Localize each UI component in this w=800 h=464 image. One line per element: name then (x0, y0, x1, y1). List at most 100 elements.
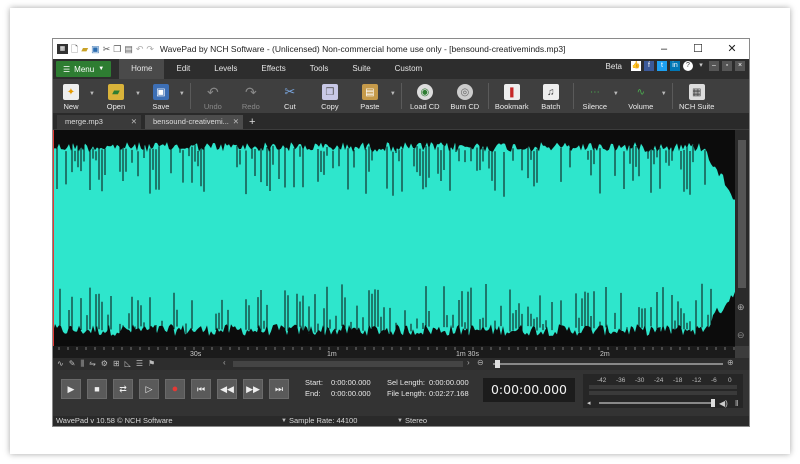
volume-button[interactable]: ∿ Volume (621, 79, 661, 113)
menu-button[interactable]: ☰ Menu ▼ (56, 61, 112, 77)
waveform-tool-icon[interactable]: ∿ (57, 359, 64, 369)
pencil-tool-icon[interactable]: ✎ (69, 359, 76, 369)
open-dropdown-icon[interactable]: ▼ (135, 91, 141, 97)
record-button[interactable]: ● (165, 379, 185, 399)
save-dropdown-icon[interactable]: ▼ (179, 91, 185, 97)
speaker-icon[interactable]: ◀) (719, 399, 728, 408)
fast-forward-button[interactable]: ▶▶ (243, 379, 263, 399)
undo-icon[interactable]: ↶ (136, 44, 144, 54)
volume-slider-thumb[interactable] (711, 399, 715, 407)
nch-suite-button[interactable]: ▦ NCH Suite (676, 79, 718, 113)
channels-dropdown-icon[interactable]: ▼ (397, 416, 403, 426)
burn-cd-label: Burn CD (450, 102, 480, 111)
time-ruler[interactable]: 30s 1m 1m 30s 2m (53, 346, 735, 358)
sample-rate-text[interactable]: Sample Rate: 44100 (289, 416, 357, 426)
scroll-right-arrow-icon[interactable]: › (467, 358, 470, 367)
quick-access-toolbar: ▦ 🗋 ▰ ▣ ✂ ❐ ▤ ↶ ↷ (53, 44, 154, 54)
tab-edit[interactable]: Edit (164, 59, 202, 79)
batch-button[interactable]: ♫ Batch (532, 79, 570, 113)
zoom-slider-thumb[interactable] (495, 360, 500, 368)
zoom-in-horizontal-icon[interactable]: ⊕ (727, 358, 734, 367)
split-tool-icon[interactable]: ⫼ (80, 359, 84, 369)
tab-tools[interactable]: Tools (298, 59, 341, 79)
close-button[interactable]: ✕ (715, 39, 749, 59)
ruler-label: 1m (327, 351, 337, 358)
go-to-start-button[interactable]: ⏮ (191, 379, 211, 399)
minimize-button[interactable]: – (647, 39, 681, 59)
horizontal-scrollbar[interactable] (233, 361, 463, 367)
undo-button[interactable]: ↶ Undo (194, 79, 232, 113)
tab-custom[interactable]: Custom (383, 59, 435, 79)
redo-icon[interactable]: ↷ (146, 44, 154, 54)
load-cd-button[interactable]: ◉ Load CD (405, 79, 445, 113)
scroll-left-arrow-icon[interactable]: ‹ (223, 358, 226, 367)
save-icon[interactable]: ▣ (91, 44, 100, 54)
channel-bars-icon[interactable]: ‖ (735, 399, 738, 408)
help-dropdown-icon[interactable]: ▾ (696, 61, 706, 71)
save-button[interactable]: ▣ Save (143, 79, 179, 113)
marker-tool-icon[interactable]: ⚑ (148, 359, 155, 369)
new-dropdown-icon[interactable]: ▼ (89, 91, 95, 97)
effects-tool-icon[interactable]: ⚙ (101, 359, 108, 369)
cut-button[interactable]: ✂ Cut (270, 79, 310, 113)
snap-tool-icon[interactable]: ⊞ (113, 359, 120, 369)
volume-speaker-icon[interactable]: ◂ (587, 400, 591, 407)
meter-tick: -6 (711, 377, 717, 384)
stop-button[interactable]: ■ (87, 379, 107, 399)
ribbon-minimize-icon[interactable]: – (709, 61, 719, 71)
vertical-zoom-bar[interactable]: ⊕ ⊖ (735, 130, 749, 346)
paste-dropdown-icon[interactable]: ▼ (390, 91, 396, 97)
loop-button[interactable]: ⇄ (113, 379, 133, 399)
silence-button[interactable]: ⋯ Silence (577, 79, 613, 113)
help-icon[interactable]: ? (683, 61, 693, 71)
rewind-button[interactable]: ◀◀ (217, 379, 237, 399)
redo-button[interactable]: ↷ Redo (232, 79, 270, 113)
fade-tool-icon[interactable]: ◺ (125, 359, 131, 369)
bookmark-button[interactable]: ❚ Bookmark (492, 79, 532, 113)
go-to-end-button[interactable]: ⏭ (269, 379, 289, 399)
linkedin-icon[interactable]: in (670, 61, 680, 71)
ribbon-close-icon[interactable]: × (735, 61, 745, 71)
burn-cd-button[interactable]: ◎ Burn CD (445, 79, 485, 113)
new-tab-button[interactable]: + (249, 115, 255, 129)
new-file-icon[interactable]: 🗋 (71, 44, 78, 54)
like-icon[interactable]: 👍 (631, 61, 641, 71)
copy-icon[interactable]: ❐ (113, 44, 121, 54)
facebook-icon[interactable]: f (644, 61, 654, 71)
close-tab-icon[interactable]: ✕ (131, 115, 137, 129)
open-button[interactable]: ▰ Open (97, 79, 135, 113)
play-button[interactable]: ▶ (61, 379, 81, 399)
copy-button[interactable]: ❐ Copy (310, 79, 350, 113)
vertical-scroll-thumb[interactable] (738, 140, 746, 288)
play-to-cursor-button[interactable]: ▷ (139, 379, 159, 399)
maximize-button[interactable]: ☐ (681, 39, 715, 59)
zoom-out-vertical-icon[interactable]: ⊖ (737, 330, 745, 341)
volume-dropdown-icon[interactable]: ▼ (661, 91, 667, 97)
tab-home[interactable]: Home (119, 59, 165, 79)
app-icon[interactable]: ▦ (57, 44, 68, 54)
sample-rate-dropdown-icon[interactable]: ▼ (281, 416, 287, 426)
beta-label[interactable]: Beta (606, 62, 622, 71)
paste-icon[interactable]: ▤ (124, 44, 133, 54)
cut-icon[interactable]: ✂ (103, 44, 111, 54)
scrub-tool-icon[interactable]: ⇋ (89, 359, 96, 369)
list-tool-icon[interactable]: ☰ (136, 359, 143, 369)
tab-suite[interactable]: Suite (340, 59, 382, 79)
zoom-out-horizontal-icon[interactable]: ⊖ (477, 358, 484, 367)
new-button[interactable]: ✦ New (53, 79, 89, 113)
waveform-view[interactable] (53, 130, 735, 346)
file-tab-bensound[interactable]: bensound-creativemi... ✕ (145, 115, 243, 129)
open-folder-icon[interactable]: ▰ (81, 44, 88, 54)
channels-text[interactable]: Stereo (405, 416, 427, 426)
silence-dropdown-icon[interactable]: ▼ (613, 91, 619, 97)
tab-effects[interactable]: Effects (249, 59, 297, 79)
zoom-slider-track[interactable] (493, 363, 723, 365)
file-tab-merge[interactable]: merge.mp3 ✕ (57, 115, 141, 129)
undo-label: Undo (203, 102, 222, 111)
zoom-in-vertical-icon[interactable]: ⊕ (737, 302, 745, 313)
close-tab-icon[interactable]: ✕ (233, 115, 239, 129)
tab-levels[interactable]: Levels (202, 59, 249, 79)
twitter-icon[interactable]: t (657, 61, 667, 71)
paste-button[interactable]: ▤ Paste (350, 79, 390, 113)
ribbon-restore-icon[interactable]: ▫ (722, 61, 732, 71)
